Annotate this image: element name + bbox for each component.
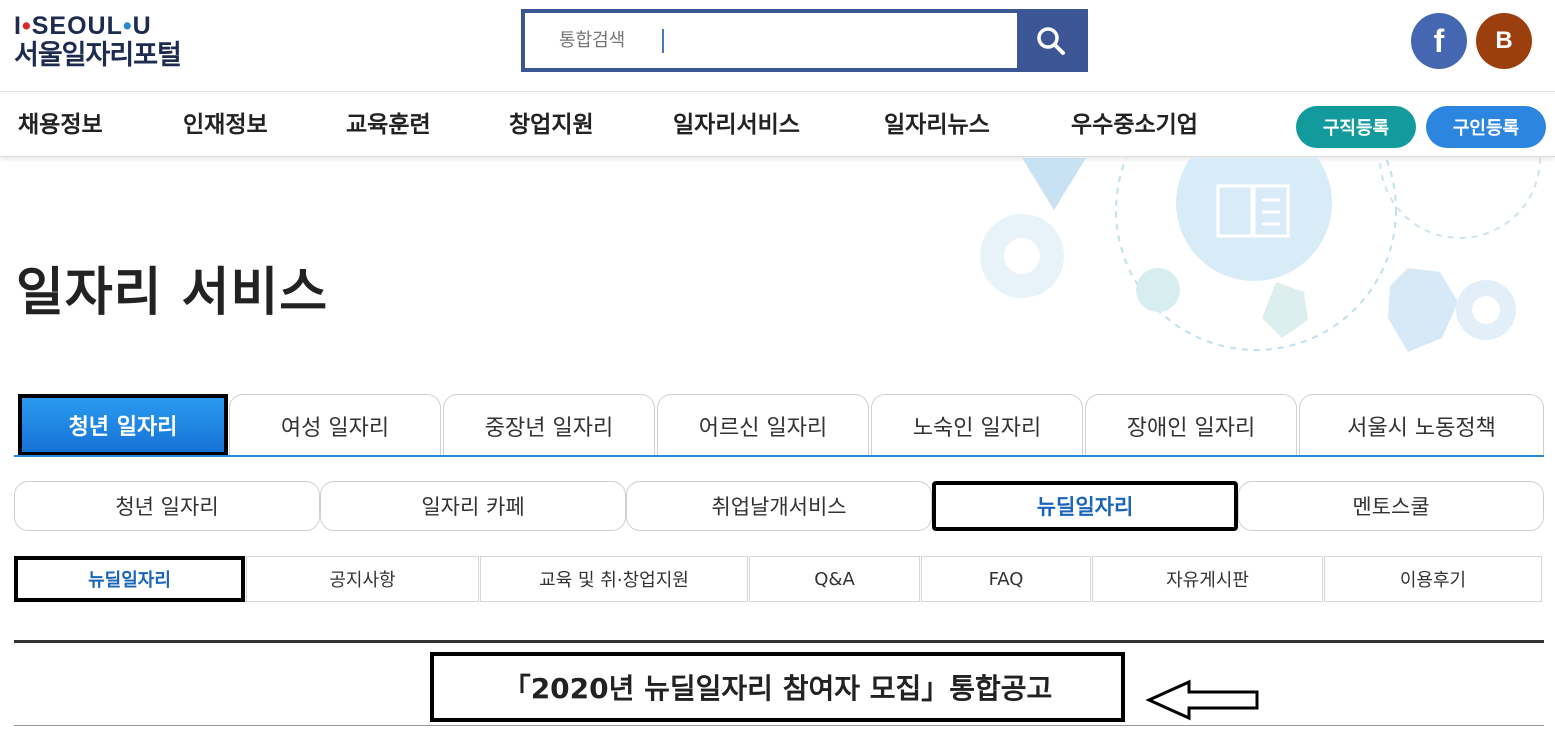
nav-item-training[interactable]: 교육훈련 bbox=[346, 93, 431, 157]
tab-labor-policy[interactable]: 서울시 노동정책 bbox=[1299, 394, 1544, 456]
logo-portal-name: 서울일자리포털 bbox=[14, 40, 182, 71]
subtab-new-deal-jobs[interactable]: 뉴딜일자리 bbox=[932, 481, 1238, 531]
search-button[interactable] bbox=[1017, 13, 1084, 68]
search-caret bbox=[662, 29, 664, 53]
tab-senior-jobs[interactable]: 어르신 일자리 bbox=[657, 394, 869, 456]
content-bottom-rule bbox=[14, 725, 1544, 726]
category-tabs: 청년 일자리 여성 일자리 중장년 일자리 어르신 일자리 노숙인 일자리 장애… bbox=[14, 394, 1544, 456]
nav-item-startup[interactable]: 창업지원 bbox=[509, 93, 594, 157]
tab-homeless-jobs[interactable]: 노숙인 일자리 bbox=[871, 394, 1083, 456]
nav-item-talent[interactable]: 인재정보 bbox=[183, 93, 268, 157]
logo-iseoulu: I•SEOUL•U bbox=[14, 12, 152, 40]
tabs-underline bbox=[14, 455, 1544, 457]
tab-women-jobs[interactable]: 여성 일자리 bbox=[229, 394, 441, 456]
tab-youth-jobs[interactable]: 청년 일자리 bbox=[18, 394, 228, 456]
nav-item-jobs[interactable]: 채용정보 bbox=[18, 93, 103, 157]
site-header: I•SEOUL•U 서울일자리포털 f B bbox=[0, 0, 1555, 92]
search-box bbox=[521, 9, 1088, 72]
menu-free-board[interactable]: 자유게시판 bbox=[1092, 556, 1323, 602]
decorative-background bbox=[980, 158, 1541, 352]
subtab-youth-jobs[interactable]: 청년 일자리 bbox=[14, 481, 320, 531]
menu-reviews[interactable]: 이용후기 bbox=[1324, 556, 1542, 602]
nav-item-job-news[interactable]: 일자리뉴스 bbox=[884, 93, 990, 157]
notice-title[interactable]: 「2020년 뉴딜일자리 참여자 모집」통합공고 bbox=[430, 652, 1125, 722]
blog-icon: B bbox=[1495, 27, 1513, 54]
menu-education-support[interactable]: 교육 및 취·창업지원 bbox=[480, 556, 748, 602]
subtab-job-cafe[interactable]: 일자리 카페 bbox=[320, 481, 626, 531]
menu-new-deal-jobs[interactable]: 뉴딜일자리 bbox=[14, 556, 245, 602]
facebook-icon: f bbox=[1433, 22, 1445, 59]
subtab-employment-wings[interactable]: 취업날개서비스 bbox=[626, 481, 932, 531]
blog-button[interactable]: B bbox=[1476, 13, 1532, 69]
menu-qna[interactable]: Q&A bbox=[749, 556, 920, 602]
tab-disabled-jobs[interactable]: 장애인 일자리 bbox=[1085, 394, 1297, 456]
left-arrow-icon bbox=[1145, 679, 1259, 721]
facebook-button[interactable]: f bbox=[1411, 13, 1467, 69]
nav-item-job-service[interactable]: 일자리서비스 bbox=[673, 93, 800, 157]
menu-faq[interactable]: FAQ bbox=[921, 556, 1091, 602]
search-input[interactable] bbox=[525, 13, 1021, 68]
main-navigation: 채용정보 인재정보 교육훈련 창업지원 일자리서비스 일자리뉴스 우수중소기업 … bbox=[0, 93, 1555, 157]
search-icon bbox=[1036, 26, 1065, 55]
site-logo[interactable]: I•SEOUL•U 서울일자리포털 bbox=[14, 12, 182, 72]
subtab-mentor-school[interactable]: 멘토스쿨 bbox=[1238, 481, 1544, 531]
content-top-rule bbox=[14, 640, 1544, 643]
menu-notices[interactable]: 공지사항 bbox=[246, 556, 479, 602]
job-seek-register-button[interactable]: 구직등록 bbox=[1296, 106, 1416, 148]
page-title: 일자리 서비스 bbox=[16, 263, 329, 323]
hire-register-button[interactable]: 구인등록 bbox=[1426, 106, 1546, 148]
nav-item-sme[interactable]: 우수중소기업 bbox=[1071, 93, 1198, 157]
tab-middle-aged-jobs[interactable]: 중장년 일자리 bbox=[443, 394, 655, 456]
